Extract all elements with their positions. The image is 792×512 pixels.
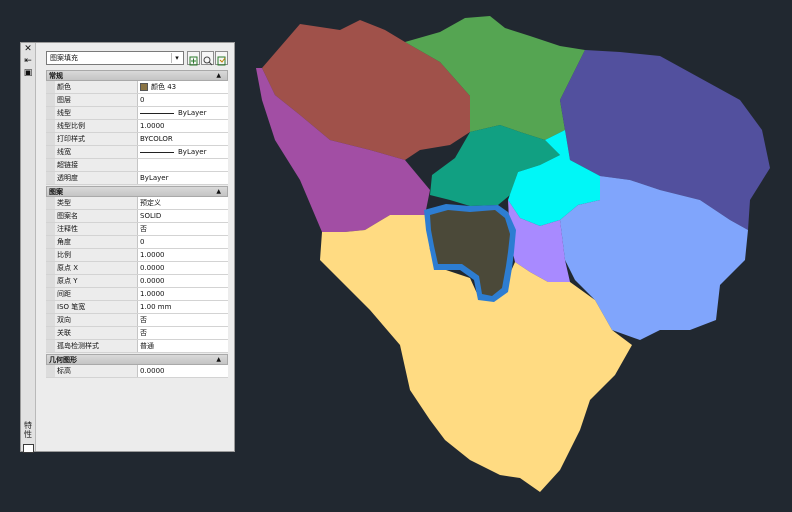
- collapse-icon[interactable]: ▲: [216, 71, 221, 81]
- property-value[interactable]: 1.00 mm: [138, 301, 228, 313]
- property-value[interactable]: 0.0000: [138, 365, 228, 377]
- property-label: 打印样式: [55, 133, 138, 145]
- property-value[interactable]: 0.0000: [138, 262, 228, 274]
- toggle-pickadd-button[interactable]: [187, 51, 200, 66]
- property-label: 注释性: [55, 223, 138, 235]
- property-value[interactable]: 预定义: [138, 197, 228, 209]
- property-row[interactable]: 线宽 ByLayer: [46, 146, 228, 159]
- section-pattern-title: 图案: [49, 188, 63, 196]
- property-label: 原点 X: [55, 262, 138, 274]
- property-value[interactable]: ByLayer: [178, 109, 206, 117]
- palette-menu-icon[interactable]: ▣: [22, 67, 34, 79]
- property-value[interactable]: 普通: [138, 340, 228, 352]
- collapse-icon[interactable]: ▲: [216, 187, 221, 197]
- property-row[interactable]: 图案名 SOLID: [46, 210, 228, 223]
- color-swatch-icon: [140, 82, 148, 91]
- property-label: 线宽: [55, 146, 138, 158]
- lineweight-sample: [140, 151, 174, 153]
- property-row[interactable]: 超链接: [46, 159, 228, 172]
- property-label: 颜色: [55, 81, 138, 93]
- property-row[interactable]: 标高 0.0000: [46, 365, 228, 378]
- property-label: 图案名: [55, 210, 138, 222]
- section-general[interactable]: 常规 ▲: [46, 70, 228, 81]
- property-row[interactable]: ISO 笔宽 1.00 mm: [46, 301, 228, 314]
- property-value[interactable]: 否: [138, 314, 228, 326]
- property-value[interactable]: ByLayer: [178, 148, 206, 156]
- property-label: 类型: [55, 197, 138, 209]
- section-general-title: 常规: [49, 72, 63, 80]
- property-row[interactable]: 透明度 ByLayer: [46, 172, 228, 185]
- property-value[interactable]: 0: [138, 94, 228, 106]
- property-label: 关联: [55, 327, 138, 339]
- property-label: 双向: [55, 314, 138, 326]
- property-row[interactable]: 注释性 否: [46, 223, 228, 236]
- property-grid: 常规 ▲ 颜色 颜色 43 图层 0 线型 ByLayer 线型比例 1.000…: [46, 69, 228, 378]
- property-row[interactable]: 比例 1.0000: [46, 249, 228, 262]
- property-row[interactable]: 线型比例 1.0000: [46, 120, 228, 133]
- property-label: 超链接: [55, 159, 138, 171]
- property-row[interactable]: 图层 0: [46, 94, 228, 107]
- close-icon[interactable]: ✕: [22, 43, 34, 55]
- section-geometry-title: 几何图形: [49, 356, 77, 364]
- property-value[interactable]: 否: [138, 223, 228, 235]
- select-objects-button[interactable]: [201, 51, 214, 66]
- property-value[interactable]: 否: [138, 327, 228, 339]
- palette-title: 特性: [24, 421, 32, 439]
- property-value[interactable]: 1.0000: [138, 288, 228, 300]
- property-label: 孤岛检测样式: [55, 340, 138, 352]
- properties-palette: ✕ ⇤ ▣ 特性 图案填充 ▾ 常规 ▲ 颜色 颜色 43 图层 0 线型 By…: [20, 42, 235, 453]
- property-row[interactable]: 原点 Y 0.0000: [46, 275, 228, 288]
- property-label: 间距: [55, 288, 138, 300]
- property-row[interactable]: 间距 1.0000: [46, 288, 228, 301]
- property-row[interactable]: 打印样式 BYCOLOR: [46, 133, 228, 146]
- property-row[interactable]: 孤岛检测样式 普通: [46, 340, 228, 353]
- collapse-icon[interactable]: ▲: [216, 355, 221, 365]
- property-label: 线型比例: [55, 120, 138, 132]
- property-value[interactable]: SOLID: [138, 210, 228, 222]
- linetype-sample: [140, 112, 174, 114]
- property-label: 图层: [55, 94, 138, 106]
- property-label: 原点 Y: [55, 275, 138, 287]
- property-value[interactable]: 0: [138, 236, 228, 248]
- property-value[interactable]: 颜色 43: [151, 83, 176, 91]
- property-value[interactable]: 0.0000: [138, 275, 228, 287]
- property-value[interactable]: 1.0000: [138, 120, 228, 132]
- property-label: ISO 笔宽: [55, 301, 138, 313]
- property-label: 标高: [55, 365, 138, 377]
- property-row[interactable]: 双向 否: [46, 314, 228, 327]
- property-row[interactable]: 颜色 颜色 43: [46, 81, 228, 94]
- property-value[interactable]: BYCOLOR: [138, 133, 228, 145]
- property-row[interactable]: 角度 0: [46, 236, 228, 249]
- object-type-selector[interactable]: 图案填充 ▾: [46, 51, 184, 65]
- palette-icon: [23, 444, 34, 453]
- palette-title-strip[interactable]: ✕ ⇤ ▣ 特性: [21, 43, 36, 453]
- chevron-down-icon[interactable]: ▾: [171, 53, 182, 63]
- property-label: 线型: [55, 107, 138, 119]
- property-row[interactable]: 线型 ByLayer: [46, 107, 228, 120]
- quick-select-button[interactable]: [215, 51, 228, 66]
- property-row[interactable]: 原点 X 0.0000: [46, 262, 228, 275]
- property-row[interactable]: 类型 预定义: [46, 197, 228, 210]
- selector-value: 图案填充: [50, 54, 78, 62]
- property-label: 透明度: [55, 172, 138, 184]
- section-geometry[interactable]: 几何图形 ▲: [46, 354, 228, 365]
- section-pattern[interactable]: 图案 ▲: [46, 186, 228, 197]
- property-label: 角度: [55, 236, 138, 248]
- property-row[interactable]: 关联 否: [46, 327, 228, 340]
- property-label: 比例: [55, 249, 138, 261]
- auto-hide-icon[interactable]: ⇤: [22, 55, 34, 67]
- property-value[interactable]: [138, 159, 228, 171]
- property-value[interactable]: 1.0000: [138, 249, 228, 261]
- property-value[interactable]: ByLayer: [138, 172, 228, 184]
